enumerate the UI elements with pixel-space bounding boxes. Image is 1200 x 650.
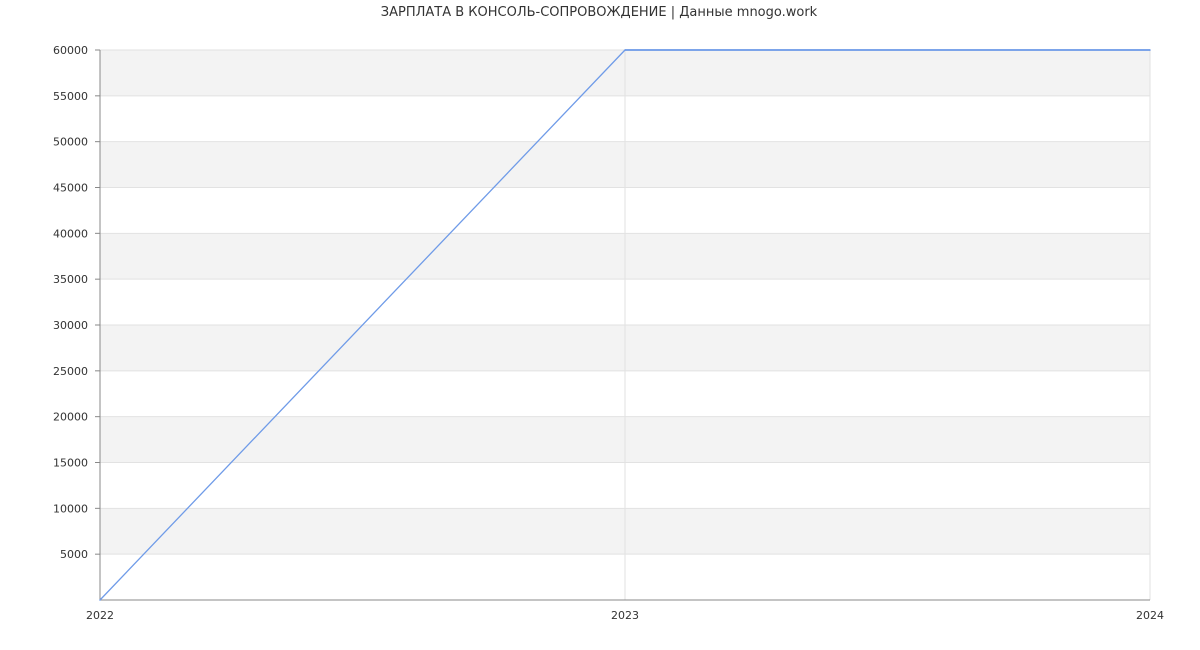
- data-point: [624, 49, 626, 51]
- y-tick-label: 25000: [53, 365, 88, 378]
- y-tick-label: 10000: [53, 502, 88, 515]
- x-tick-label: 2023: [611, 609, 639, 622]
- x-tick-label: 2024: [1136, 609, 1164, 622]
- x-tick-label: 2022: [86, 609, 114, 622]
- y-tick-label: 20000: [53, 411, 88, 424]
- y-tick-label: 55000: [53, 90, 88, 103]
- chart-title: ЗАРПЛАТА В КОНСОЛЬ-СОПРОВОЖДЕНИЕ | Данны…: [381, 5, 818, 20]
- data-point: [99, 599, 101, 601]
- y-tick-label: 35000: [53, 273, 88, 286]
- salary-line-chart: ЗАРПЛАТА В КОНСОЛЬ-СОПРОВОЖДЕНИЕ | Данны…: [53, 5, 1164, 622]
- y-tick-label: 15000: [53, 457, 88, 470]
- y-tick-label: 60000: [53, 44, 88, 57]
- y-tick-label: 30000: [53, 319, 88, 332]
- y-axis-ticks: 5000 10000 15000 20000 25000 30000 35000 40000 4…: [53, 44, 88, 561]
- x-axis-ticks: 2022 2023 2024: [86, 609, 1164, 622]
- data-point: [1149, 49, 1151, 51]
- y-tick-label: 40000: [53, 227, 88, 240]
- y-tick-label: 45000: [53, 182, 88, 195]
- y-tick-label: 5000: [60, 548, 88, 561]
- y-tick-label: 50000: [53, 136, 88, 149]
